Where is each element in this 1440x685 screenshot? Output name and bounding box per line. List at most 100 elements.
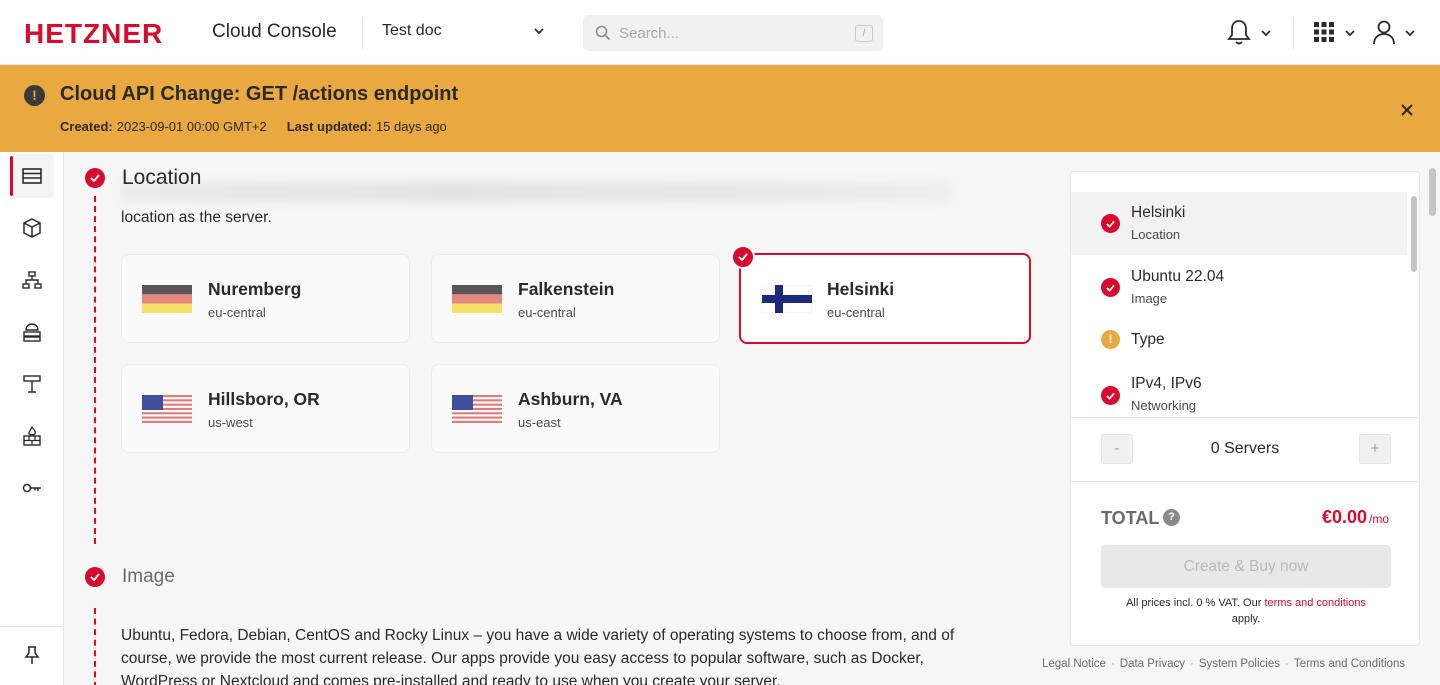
image-step-check-icon (85, 567, 105, 587)
check-icon (1101, 386, 1120, 405)
apps-menu-button[interactable] (1312, 18, 1358, 48)
main-content: Location location as the server. Nurembe… (64, 152, 1064, 685)
floating-ip-icon (23, 375, 41, 393)
summary-item-type[interactable]: ! Type (1071, 320, 1407, 360)
summary-item-location[interactable]: Helsinki Location (1071, 192, 1407, 255)
summary-item-title: Ubuntu 22.04 (1131, 268, 1225, 285)
security-keys-icon (22, 483, 41, 493)
location-name: Falkenstein (518, 279, 615, 299)
pin-icon (24, 646, 40, 664)
alert-icon: ! (24, 85, 45, 106)
servers-icon (22, 168, 42, 184)
image-step-line (94, 608, 96, 685)
summary-item-subtitle: Image (1131, 291, 1168, 306)
pin-sidebar-button[interactable] (10, 633, 54, 677)
location-step-check-icon (85, 168, 105, 188)
terms-conditions-link[interactable]: Terms and Conditions (1294, 658, 1405, 670)
decrease-quantity-button[interactable]: - (1101, 434, 1133, 464)
user-icon (1373, 20, 1395, 45)
location-zone: us-west (208, 415, 253, 430)
location-zone: us-east (518, 415, 561, 430)
germany-flag-icon (452, 285, 502, 313)
sidebar-item-servers[interactable] (10, 154, 54, 198)
summary-item-title: Type (1131, 331, 1165, 348)
check-icon (1101, 278, 1120, 297)
location-name: Ashburn, VA (518, 389, 623, 409)
location-card-falkenstein[interactable]: Falkenstein eu-central (431, 254, 720, 343)
footer-links: Legal Notice · Data Privacy · System Policie… (1042, 658, 1406, 670)
firewalls-icon (23, 426, 41, 446)
germany-flag-icon (142, 285, 192, 313)
announcement-banner: ! Cloud API Change: GET /actions endpoin… (0, 65, 1440, 152)
hetzner-logo[interactable]: HETZNER (24, 19, 196, 47)
location-card-hillsboro[interactable]: Hillsboro, OR us-west (121, 364, 410, 453)
sidebar-item-security[interactable] (10, 466, 54, 510)
summary-item-subtitle: Networking (1131, 398, 1197, 413)
sidebar (0, 152, 64, 685)
system-policies-link[interactable]: System Policies (1199, 658, 1280, 670)
updated-label: Last updated: (286, 119, 372, 134)
notifications-button[interactable] (1226, 18, 1276, 48)
location-description: location as the server. (121, 209, 272, 226)
search-icon (595, 25, 611, 41)
location-zone: eu-central (827, 305, 885, 320)
sidebar-item-floating-ips[interactable] (10, 362, 54, 406)
summary-divider (1071, 481, 1419, 482)
sidebar-divider (0, 626, 64, 627)
create-buy-button[interactable]: Create & Buy now (1101, 545, 1391, 588)
summary-item-title: Helsinki (1131, 204, 1186, 221)
location-section-title[interactable]: Location (122, 166, 201, 190)
sidebar-item-networks[interactable] (10, 258, 54, 302)
svg-text:HETZNER: HETZNER (24, 19, 163, 47)
sidebar-item-volumes[interactable] (10, 206, 54, 250)
price-value: €0.00 (1321, 507, 1367, 527)
location-zone: eu-central (208, 305, 266, 320)
total-price: €0.00/mo (1322, 507, 1389, 528)
chevron-down-icon (1405, 30, 1415, 37)
banner-meta: Created: 2023-09-01 00:00 GMT+2 Last updat… (60, 119, 447, 134)
image-description-line: course, we provide the most current rele… (121, 650, 924, 667)
data-privacy-link[interactable]: Data Privacy (1120, 658, 1185, 670)
project-selector[interactable]: Test doc (382, 22, 552, 44)
location-step-line (94, 196, 96, 544)
header-divider (1293, 17, 1294, 49)
selected-check-icon (731, 245, 755, 269)
vat-note: All prices incl. 0 % VAT. Our terms and … (1101, 595, 1391, 627)
top-bar: HETZNER Cloud Console Test doc / (0, 0, 1440, 65)
search-input[interactable] (619, 21, 839, 45)
search-shortcut-hint: / (855, 25, 873, 42)
close-icon[interactable] (1398, 101, 1416, 119)
summary-item-subtitle: Location (1131, 227, 1181, 242)
summary-item-networking[interactable]: IPv4, IPv6 Networking (1071, 362, 1407, 418)
networks-icon (22, 271, 42, 289)
sidebar-item-load-balancers[interactable] (10, 310, 54, 354)
header-divider (362, 17, 363, 49)
location-name: Nuremberg (208, 279, 302, 299)
scrollbar-thumb[interactable] (1429, 168, 1436, 216)
legal-notice-link[interactable]: Legal Notice (1042, 658, 1106, 670)
location-card-nuremberg[interactable]: Nuremberg eu-central (121, 254, 410, 343)
image-section-title[interactable]: Image (122, 566, 175, 588)
help-icon[interactable]: ? (1163, 509, 1180, 526)
user-menu-button[interactable] (1372, 18, 1418, 48)
image-description-line: Ubuntu, Fedora, Debian, CentOS and Rocky… (121, 627, 955, 644)
search-bar[interactable]: / (583, 15, 883, 51)
finland-flag-icon (762, 285, 812, 313)
sidebar-item-firewalls[interactable] (10, 414, 54, 458)
banner-title[interactable]: Cloud API Change: GET /actions endpoint (60, 83, 458, 106)
summary-item-title: IPv4, IPv6 (1131, 375, 1202, 392)
summary-scrollbar[interactable] (1407, 192, 1421, 418)
increase-quantity-button[interactable]: + (1359, 434, 1391, 464)
created-label: Created: (60, 119, 113, 134)
location-card-helsinki[interactable]: Helsinki eu-central (731, 245, 1031, 344)
summary-list: Helsinki Location Ubuntu 22.04 Image ! T… (1071, 192, 1407, 418)
usa-flag-icon (142, 395, 192, 423)
page-scrollbar[interactable] (1426, 152, 1440, 685)
location-card-ashburn[interactable]: Ashburn, VA us-east (431, 364, 720, 453)
terms-link[interactable]: terms and conditions (1264, 597, 1366, 609)
server-quantity: 0 Servers (1210, 440, 1280, 457)
updated-value: 15 days ago (375, 119, 447, 134)
vat-suffix: apply. (1231, 613, 1261, 625)
summary-item-image[interactable]: Ubuntu 22.04 Image (1071, 256, 1407, 319)
location-zone: eu-central (518, 305, 576, 320)
